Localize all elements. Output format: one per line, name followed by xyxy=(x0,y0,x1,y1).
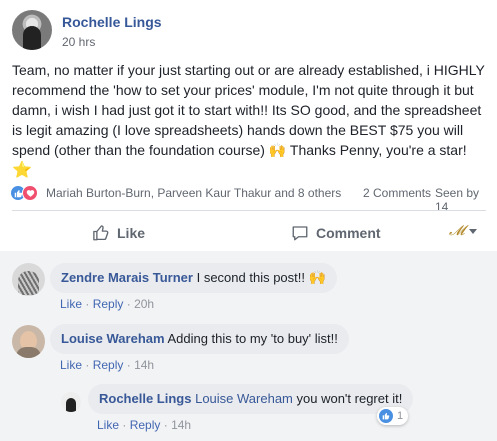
comment-like-link[interactable]: Like xyxy=(60,297,82,311)
comments-count[interactable]: 2 Comments xyxy=(363,186,431,200)
comment-reply-link[interactable]: Reply xyxy=(93,358,124,372)
reactors-list[interactable]: Mariah Burton-Burn, Parveen Kaur Thakur … xyxy=(46,186,341,200)
action-bar: Like Comment 𝓜 xyxy=(12,218,486,250)
avatar[interactable] xyxy=(12,10,52,50)
reply-reaction-badge[interactable]: 1 xyxy=(377,407,409,425)
post-author-name[interactable]: Rochelle Lings xyxy=(62,14,162,30)
comment-text: Adding this to my 'to buy' list!! xyxy=(167,331,338,346)
reply-text: you won't regret it! xyxy=(296,391,403,406)
divider xyxy=(12,210,486,211)
reactions-summary: Mariah Burton-Burn, Parveen Kaur Thakur … xyxy=(10,184,490,214)
thumbs-up-icon xyxy=(93,225,109,241)
comment-button-label: Comment xyxy=(316,225,381,241)
comment-author[interactable]: Louise Wareham xyxy=(61,331,165,346)
post-body: Team, no matter if your just starting ou… xyxy=(12,60,488,181)
like-button[interactable]: Like xyxy=(92,224,145,242)
post-timestamp[interactable]: 20 hrs xyxy=(62,35,95,49)
comment-like-link[interactable]: Like xyxy=(60,358,82,372)
post-body-closing: Thanks Penny, you're a star! xyxy=(289,142,467,158)
comment-timestamp[interactable]: 14h xyxy=(134,358,154,372)
reply-actions: Like · Reply · 14h xyxy=(97,418,192,432)
star-icon: ⭐ xyxy=(12,162,32,179)
chevron-down-icon xyxy=(468,229,477,234)
avatar[interactable] xyxy=(12,325,45,358)
comment-reply-link[interactable]: Reply xyxy=(93,297,124,311)
comment-text: I second this post!! xyxy=(196,270,305,285)
signature-icon: 𝓜 xyxy=(449,223,465,239)
reply-bubble: Rochelle Lings Louise Wareham you won't … xyxy=(88,384,414,414)
reply-like-link[interactable]: Like xyxy=(97,418,119,432)
comment-actions: Like · Reply · 14h xyxy=(60,358,155,372)
post-header: Rochelle Lings 20 hrs xyxy=(12,10,482,54)
reply-author[interactable]: Rochelle Lings xyxy=(99,391,191,406)
reply-mention[interactable]: Louise Wareham xyxy=(195,391,293,406)
reaction-options-button[interactable]: 𝓜 xyxy=(449,223,485,239)
comment-author[interactable]: Zendre Marais Turner xyxy=(61,270,193,285)
avatar[interactable] xyxy=(12,263,45,296)
reply-reaction-count: 1 xyxy=(397,410,404,422)
reply-timestamp[interactable]: 14h xyxy=(171,418,191,432)
comment-bubble: Louise Wareham Adding this to my 'to buy… xyxy=(50,324,349,354)
avatar[interactable] xyxy=(61,392,81,412)
comment-timestamp[interactable]: 20h xyxy=(134,297,154,311)
speech-bubble-icon xyxy=(292,226,308,241)
like-button-label: Like xyxy=(117,225,146,241)
comment-bubble: Zendre Marais Turner I second this post!… xyxy=(50,263,338,293)
reply-reply-link[interactable]: Reply xyxy=(130,418,161,432)
love-reaction-icon[interactable] xyxy=(22,185,38,201)
raised-hands-icon: 🙌 xyxy=(268,142,287,158)
comment-button[interactable]: Comment xyxy=(291,224,381,242)
raised-hands-icon: 🙌 xyxy=(308,269,327,285)
like-reaction-icon xyxy=(379,409,393,423)
comment-actions: Like · Reply · 20h xyxy=(60,297,155,311)
